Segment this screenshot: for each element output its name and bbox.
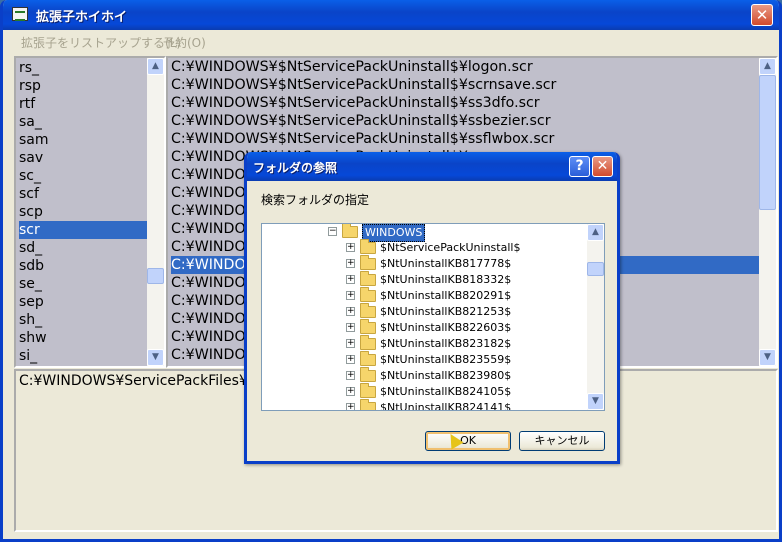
folder-icon: [360, 335, 376, 350]
list-item[interactable]: C:¥WINDOWS¥$NtServicePackUninstall$¥scrn…: [171, 76, 759, 94]
folder-icon: [360, 255, 376, 270]
list-item[interactable]: rtf: [19, 95, 147, 113]
open-folder-icon: [342, 224, 358, 238]
menu-bar: 拡張子をリストアップする(L) 予約(O): [3, 30, 779, 52]
list-item[interactable]: sam: [19, 131, 147, 149]
folder-icon: [360, 367, 376, 382]
tree-item[interactable]: + $NtUninstallKB817778$: [262, 255, 588, 272]
tree-item[interactable]: + $NtUninstallKB818332$: [262, 271, 588, 288]
help-button[interactable]: ?: [569, 156, 590, 177]
tree-item-label: $NtUninstallKB823559$: [380, 353, 512, 366]
folder-icon: [360, 271, 376, 286]
list-item[interactable]: sav: [19, 149, 147, 167]
tree-item-label: $NtServicePackUninstall$: [380, 241, 521, 254]
file-list-scrollbar[interactable]: ▲ ▼: [759, 58, 776, 366]
dialog-title-bar[interactable]: フォルダの参照 ? ✕: [247, 152, 617, 181]
expand-icon[interactable]: +: [346, 291, 355, 300]
tree-item[interactable]: − WINDOWS: [262, 224, 588, 242]
current-path: C:¥WINDOWS¥ServicePackFiles¥i3: [19, 373, 261, 389]
tree-item-label: $NtUninstallKB824141$: [380, 401, 512, 411]
tree-item-label: $NtUninstallKB822603$: [380, 321, 512, 334]
tree-item-label: $NtUninstallKB824105$: [380, 385, 512, 398]
menu-list-extensions[interactable]: 拡張子をリストアップする(L): [21, 34, 181, 51]
expand-icon[interactable]: +: [346, 307, 355, 316]
scroll-up-icon[interactable]: ▲: [147, 58, 164, 75]
extension-list-scrollbar[interactable]: ▲ ▼: [147, 58, 164, 366]
tree-item-label: $NtUninstallKB823980$: [380, 369, 512, 382]
title-bar[interactable]: 拡張子ホイホイ ✕: [3, 0, 779, 30]
list-item[interactable]: C:¥WINDOWS¥$NtServicePackUninstall$¥ss3d…: [171, 94, 759, 112]
tree-item-label: $NtUninstallKB821253$: [380, 305, 512, 318]
close-button[interactable]: ✕: [751, 4, 773, 26]
expand-icon[interactable]: +: [346, 275, 355, 284]
folder-icon: [360, 351, 376, 366]
folder-icon: [360, 287, 376, 302]
folder-icon: [360, 383, 376, 398]
ok-button[interactable]: OK: [425, 431, 511, 451]
folder-tree-scrollbar[interactable]: ▲ ▼: [587, 224, 604, 410]
expand-icon[interactable]: +: [346, 243, 355, 252]
tree-item[interactable]: + $NtUninstallKB824141$: [262, 399, 588, 411]
scroll-thumb[interactable]: [759, 75, 776, 210]
dialog-instruction: 検索フォルダの指定: [261, 193, 370, 207]
folder-icon: [360, 399, 376, 410]
list-item[interactable]: sep: [19, 293, 147, 311]
dialog-title: フォルダの参照: [253, 161, 338, 175]
collapse-icon[interactable]: −: [328, 227, 337, 236]
scroll-thumb[interactable]: [147, 268, 164, 284]
list-item[interactable]: scf: [19, 185, 147, 203]
list-item[interactable]: rsp: [19, 77, 147, 95]
list-item[interactable]: si_: [19, 347, 147, 365]
scroll-up-icon[interactable]: ▲: [587, 224, 604, 241]
expand-icon[interactable]: +: [346, 323, 355, 332]
expand-icon[interactable]: +: [346, 403, 355, 410]
expand-icon[interactable]: +: [346, 387, 355, 396]
list-item[interactable]: scp: [19, 203, 147, 221]
tree-item[interactable]: + $NtUninstallKB821253$: [262, 303, 588, 320]
tree-item[interactable]: + $NtUninstallKB823559$: [262, 351, 588, 368]
tree-item-label: $NtUninstallKB818332$: [380, 273, 512, 286]
tree-item[interactable]: + $NtUninstallKB823182$: [262, 335, 588, 352]
list-item[interactable]: C:¥WINDOWS¥$NtServicePackUninstall$¥ssfl…: [171, 130, 759, 148]
expand-icon[interactable]: +: [346, 371, 355, 380]
tree-item[interactable]: + $NtUninstallKB820291$: [262, 287, 588, 304]
scroll-thumb[interactable]: [587, 262, 604, 276]
list-item[interactable]: C:¥WINDOWS¥$NtServicePackUninstall$¥ssbe…: [171, 112, 759, 130]
folder-icon: [360, 319, 376, 334]
dialog-close-button[interactable]: ✕: [592, 156, 613, 177]
folder-tree[interactable]: − WINDOWS + $NtServicePackUninstall$ + $NtUni…: [261, 223, 605, 411]
tree-item-label: $NtUninstallKB820291$: [380, 289, 512, 302]
app-icon: [12, 7, 28, 21]
tree-item[interactable]: + $NtUninstallKB823980$: [262, 367, 588, 384]
tree-item[interactable]: + $NtUninstallKB824105$: [262, 383, 588, 400]
list-item[interactable]: sh_: [19, 311, 147, 329]
list-item[interactable]: sdb: [19, 257, 147, 275]
browse-folder-dialog: フォルダの参照 ? ✕ 検索フォルダの指定 − WINDOWS + $NtServic…: [244, 152, 620, 464]
expand-icon[interactable]: +: [346, 339, 355, 348]
scroll-up-icon[interactable]: ▲: [759, 58, 776, 75]
tree-item-label: $NtUninstallKB823182$: [380, 337, 512, 350]
scroll-down-icon[interactable]: ▼: [759, 349, 776, 366]
list-item[interactable]: C:¥WINDOWS¥$NtServicePackUninstall$¥logo…: [171, 58, 759, 76]
menu-reserve[interactable]: 予約(O): [163, 34, 206, 51]
list-item[interactable]: shw: [19, 329, 147, 347]
scroll-down-icon[interactable]: ▼: [587, 393, 604, 410]
folder-icon: [360, 303, 376, 318]
cancel-button[interactable]: キャンセル: [519, 431, 605, 451]
tree-item[interactable]: + $NtServicePackUninstall$: [262, 239, 588, 256]
list-item[interactable]: sc_: [19, 167, 147, 185]
expand-icon[interactable]: +: [346, 355, 355, 364]
expand-icon[interactable]: +: [346, 259, 355, 268]
window-title: 拡張子ホイホイ: [36, 10, 128, 25]
list-item[interactable]: sd_: [19, 239, 147, 257]
extension-list[interactable]: rs_ rsp rtf sa_ sam sav sc_ scf scp scr sd_ sdb se_ s…: [14, 56, 166, 368]
scroll-down-icon[interactable]: ▼: [147, 349, 164, 366]
list-item[interactable]: scr: [19, 221, 147, 239]
list-item[interactable]: se_: [19, 275, 147, 293]
list-item[interactable]: rs_: [19, 59, 147, 77]
tree-item[interactable]: + $NtUninstallKB822603$: [262, 319, 588, 336]
tree-item-label: $NtUninstallKB817778$: [380, 257, 512, 270]
list-item[interactable]: sa_: [19, 113, 147, 131]
folder-icon: [360, 239, 376, 254]
